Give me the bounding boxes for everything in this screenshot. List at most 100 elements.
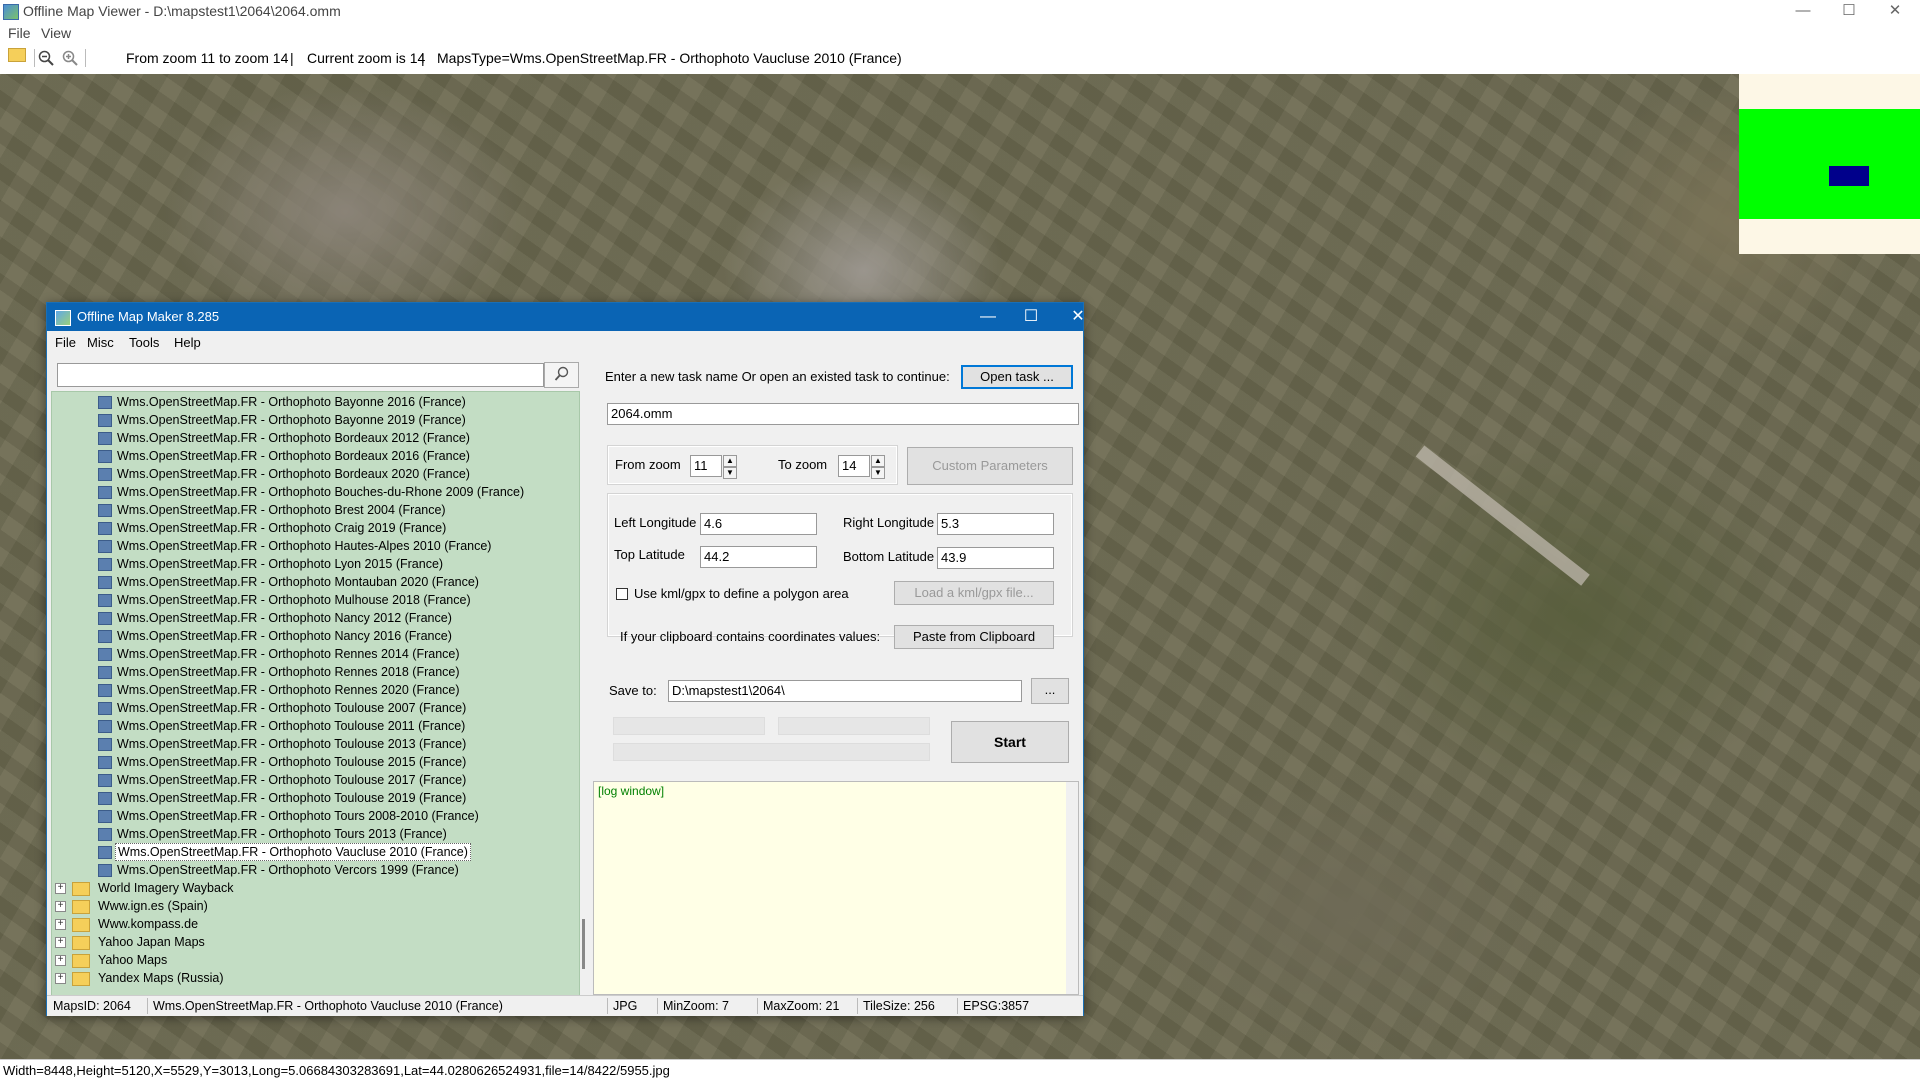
expand-icon[interactable]: +: [55, 955, 66, 966]
tree-item[interactable]: Wms.OpenStreetMap.FR - Orthophoto Toulou…: [52, 717, 532, 735]
tree-item[interactable]: Wms.OpenStreetMap.FR - Orthophoto Toulou…: [52, 753, 532, 771]
log-window[interactable]: [log window]: [593, 781, 1079, 995]
browse-button[interactable]: ...: [1031, 678, 1069, 704]
expand-icon[interactable]: +: [55, 937, 66, 948]
save-to-input[interactable]: D:\mapstest1\2064\: [668, 680, 1022, 702]
map-layer-icon: [98, 450, 112, 463]
menu-tools[interactable]: Tools: [129, 335, 159, 350]
tree-item[interactable]: Wms.OpenStreetMap.FR - Orthophoto Bayonn…: [52, 393, 532, 411]
tree-item[interactable]: Wms.OpenStreetMap.FR - Orthophoto Bordea…: [52, 447, 532, 465]
map-layer-icon: [98, 504, 112, 517]
map-layer-icon: [98, 576, 112, 589]
tree-item[interactable]: Wms.OpenStreetMap.FR - Orthophoto Rennes…: [52, 681, 532, 699]
custom-parameters-button[interactable]: Custom Parameters: [907, 447, 1073, 485]
bottom-latitude-input[interactable]: 43.9: [937, 547, 1054, 569]
tree-scrollbar[interactable]: [580, 391, 592, 995]
map-layer-icon: [98, 648, 112, 661]
tree-item[interactable]: Wms.OpenStreetMap.FR - Orthophoto Toulou…: [52, 789, 532, 807]
expand-icon[interactable]: +: [55, 883, 66, 894]
map-layer-icon: [98, 702, 112, 715]
top-latitude-input[interactable]: 44.2: [700, 546, 817, 568]
kml-checkbox-label: Use kml/gpx to define a polygon area: [634, 586, 849, 601]
to-zoom-input[interactable]: 14: [838, 455, 870, 477]
tree-item[interactable]: Wms.OpenStreetMap.FR - Orthophoto Vercor…: [52, 861, 532, 879]
menu-misc[interactable]: Misc: [87, 335, 114, 350]
scrollbar-thumb[interactable]: [582, 919, 585, 969]
tree-item[interactable]: Wms.OpenStreetMap.FR - Orthophoto Tours …: [52, 825, 532, 843]
map-layer-icon: [98, 756, 112, 769]
tree-item[interactable]: Wms.OpenStreetMap.FR - Orthophoto Toulou…: [52, 735, 532, 753]
from-zoom-label: From zoom: [615, 457, 681, 472]
folder-icon: [72, 900, 90, 914]
search-icon[interactable]: [544, 362, 579, 388]
tree-folder[interactable]: + Yahoo Maps: [52, 951, 532, 969]
tree-folder[interactable]: + World Imagery Wayback: [52, 879, 532, 897]
tree-item-label: Wms.OpenStreetMap.FR - Orthophoto Rennes…: [117, 647, 460, 661]
map-source-tree[interactable]: Wms.OpenStreetMap.FR - Orthophoto Bayonn…: [51, 391, 580, 997]
minimap[interactable]: [1739, 74, 1920, 254]
tree-item-label: Wms.OpenStreetMap.FR - Orthophoto Bordea…: [117, 449, 470, 463]
tree-item[interactable]: Wms.OpenStreetMap.FR - Orthophoto Bouche…: [52, 483, 532, 501]
zoom-range-text: From zoom 11 to zoom 14: [126, 50, 289, 66]
paste-from-clipboard-button[interactable]: Paste from Clipboard: [894, 625, 1054, 649]
folder-open-icon[interactable]: [8, 48, 26, 62]
tree-item-label: Wms.OpenStreetMap.FR - Orthophoto Craig …: [117, 521, 447, 535]
task-name-input[interactable]: 2064.omm: [607, 403, 1079, 425]
map-layer-icon: [98, 666, 112, 679]
tree-folder[interactable]: + Www.ign.es (Spain): [52, 897, 532, 915]
search-input[interactable]: [57, 363, 544, 387]
start-button[interactable]: Start: [951, 721, 1069, 763]
tree-item[interactable]: Wms.OpenStreetMap.FR - Orthophoto Craig …: [52, 519, 532, 537]
tree-item[interactable]: Wms.OpenStreetMap.FR - Orthophoto Nancy …: [52, 609, 532, 627]
tree-item[interactable]: Wms.OpenStreetMap.FR - Orthophoto Brest …: [52, 501, 532, 519]
minimize-icon[interactable]: —: [968, 305, 1008, 329]
minimap-viewport[interactable]: [1829, 166, 1869, 186]
close-icon[interactable]: ✕: [1872, 0, 1918, 23]
tree-folder[interactable]: + Yahoo Japan Maps: [52, 933, 532, 951]
maximize-icon[interactable]: ☐: [1826, 0, 1872, 23]
status-text: Width=8448,Height=5120,X=5529,Y=3013,Lon…: [3, 1063, 670, 1078]
expand-icon[interactable]: +: [55, 919, 66, 930]
tree-item[interactable]: Wms.OpenStreetMap.FR - Orthophoto Toulou…: [52, 699, 532, 717]
open-task-button[interactable]: Open task ...: [961, 365, 1073, 389]
tree-item[interactable]: Wms.OpenStreetMap.FR - Orthophoto Nancy …: [52, 627, 532, 645]
kml-checkbox[interactable]: [616, 588, 628, 600]
menu-file[interactable]: File: [8, 25, 31, 41]
tree-item[interactable]: Wms.OpenStreetMap.FR - Orthophoto Toulou…: [52, 771, 532, 789]
tree-item[interactable]: Wms.OpenStreetMap.FR - Orthophoto Bordea…: [52, 465, 532, 483]
tree-folder[interactable]: + Www.kompass.de: [52, 915, 532, 933]
maximize-icon[interactable]: ☐: [1011, 305, 1051, 329]
minimize-icon[interactable]: —: [1780, 0, 1826, 23]
tree-item[interactable]: Wms.OpenStreetMap.FR - Orthophoto Lyon 2…: [52, 555, 532, 573]
tree-item[interactable]: Wms.OpenStreetMap.FR - Orthophoto Tours …: [52, 807, 532, 825]
menu-help[interactable]: Help: [174, 335, 201, 350]
to-zoom-stepper[interactable]: ▲ ▼: [871, 455, 885, 479]
right-longitude-input[interactable]: 5.3: [937, 513, 1054, 535]
tree-item-label: Wms.OpenStreetMap.FR - Orthophoto Hautes…: [117, 539, 492, 553]
menu-file[interactable]: File: [55, 335, 76, 350]
left-longitude-input[interactable]: 4.6: [700, 513, 817, 535]
tree-item[interactable]: Wms.OpenStreetMap.FR - Orthophoto Hautes…: [52, 537, 532, 555]
from-zoom-input[interactable]: 11: [690, 455, 722, 477]
menu-view[interactable]: View: [41, 25, 71, 41]
expand-icon[interactable]: +: [55, 973, 66, 984]
tree-item-label: Wms.OpenStreetMap.FR - Orthophoto Rennes…: [117, 665, 460, 679]
expand-icon[interactable]: +: [55, 901, 66, 912]
dialog-title-bar[interactable]: Offline Map Maker 8.285 — ☐ ✕: [47, 303, 1085, 331]
tree-item[interactable]: Wms.OpenStreetMap.FR - Orthophoto Bayonn…: [52, 411, 532, 429]
log-scrollbar[interactable]: [1066, 782, 1078, 994]
tree-item[interactable]: Wms.OpenStreetMap.FR - Orthophoto Rennes…: [52, 663, 532, 681]
tree-item[interactable]: Wms.OpenStreetMap.FR - Orthophoto Bordea…: [52, 429, 532, 447]
tree-folder-label: World Imagery Wayback: [98, 881, 234, 895]
tree-item[interactable]: Wms.OpenStreetMap.FR - Orthophoto Vauclu…: [52, 843, 532, 861]
load-kml-button[interactable]: Load a kml/gpx file...: [894, 581, 1054, 605]
close-icon[interactable]: ✕: [1058, 305, 1098, 329]
dialog-title: Offline Map Maker 8.285: [77, 309, 220, 324]
zoom-in-icon[interactable]: [62, 50, 78, 66]
zoom-out-icon[interactable]: [38, 50, 54, 66]
tree-folder[interactable]: + Yandex Maps (Russia): [52, 969, 532, 987]
from-zoom-stepper[interactable]: ▲ ▼: [723, 455, 737, 479]
tree-item[interactable]: Wms.OpenStreetMap.FR - Orthophoto Mulhou…: [52, 591, 532, 609]
tree-item[interactable]: Wms.OpenStreetMap.FR - Orthophoto Rennes…: [52, 645, 532, 663]
tree-item[interactable]: Wms.OpenStreetMap.FR - Orthophoto Montau…: [52, 573, 532, 591]
